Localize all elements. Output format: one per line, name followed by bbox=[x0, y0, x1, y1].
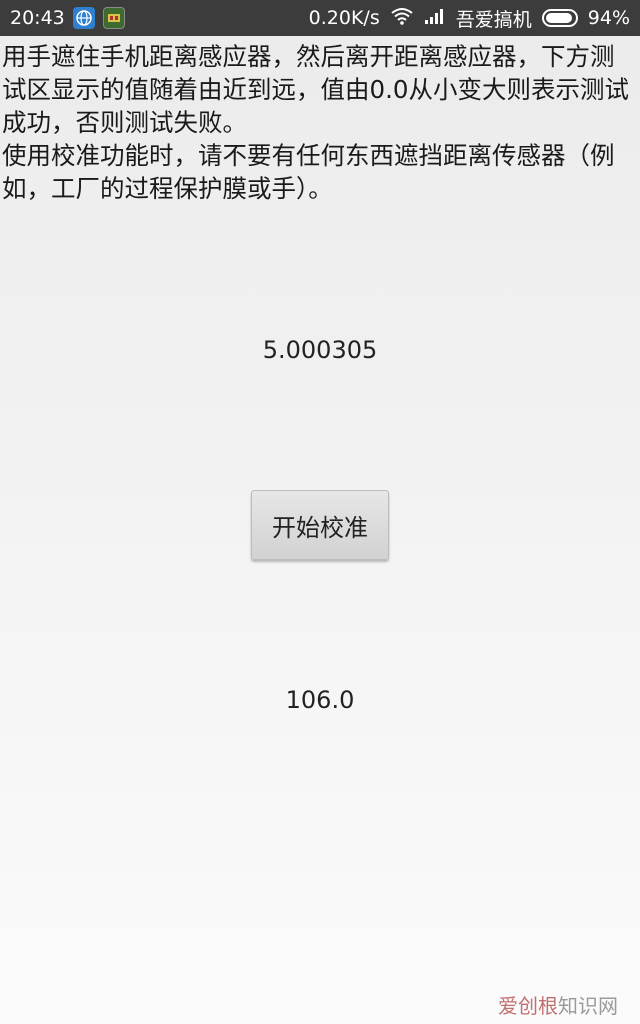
status-time: 20:43 bbox=[10, 7, 65, 29]
status-right: 0.20K/s 吾爱搞机 94% bbox=[309, 5, 630, 32]
watermark: 爱创根知识网 bbox=[498, 990, 618, 1019]
app-icon bbox=[102, 7, 125, 29]
signal-icon bbox=[424, 7, 446, 30]
watermark-site: 知识网 bbox=[558, 994, 618, 1018]
battery-fill bbox=[545, 13, 573, 23]
battery-icon bbox=[541, 9, 578, 27]
calibration-value: 106.0 bbox=[285, 686, 355, 714]
network-speed: 0.20K/s bbox=[308, 7, 380, 29]
watermark-brand: 爱创根 bbox=[498, 994, 558, 1018]
wifi-icon bbox=[390, 7, 414, 30]
start-calibration-button[interactable]: 开始校准 bbox=[251, 490, 389, 560]
status-bar: 20:43 0.20K/s 吾爱搞机 94% bbox=[0, 0, 640, 36]
browser-icon bbox=[72, 7, 95, 29]
instruction-calibrate: 使用校准功能时，请不要有任何东西遮挡距离传感器（例如，工厂的过程保护膜或手）。 bbox=[2, 141, 615, 203]
instruction-test: 用手遮住手机距离感应器，然后离开距离感应器，下方测试区显示的值随着由近到远，值由… bbox=[2, 42, 629, 137]
status-left: 20:43 bbox=[10, 7, 125, 29]
sensor-value: 5.000305 bbox=[262, 336, 378, 364]
instructions: 用手遮住手机距离感应器，然后离开距离感应器，下方测试区显示的值随着由近到远，值由… bbox=[2, 40, 638, 205]
battery-percent: 94% bbox=[587, 7, 630, 29]
carrier-name: 吾爱搞机 bbox=[455, 8, 532, 31]
